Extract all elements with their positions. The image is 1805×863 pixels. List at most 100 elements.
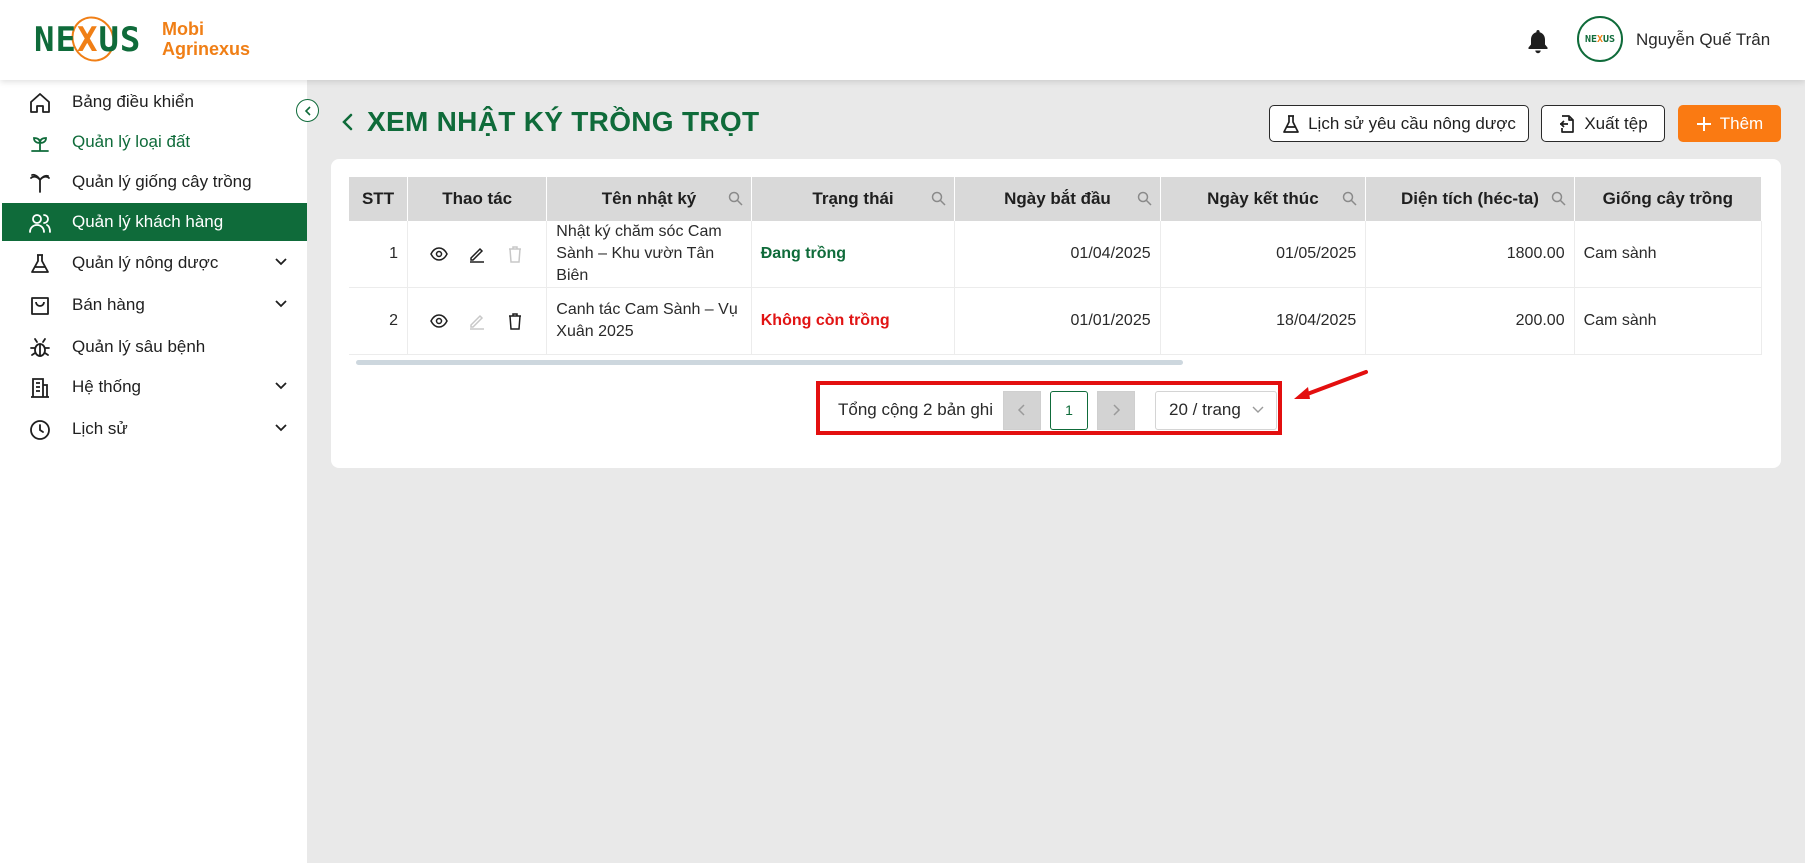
cell-area: 1800.00 — [1365, 221, 1575, 288]
cell-stt: 2 — [349, 287, 409, 355]
column-header-status[interactable]: Trạng thái — [751, 177, 956, 221]
cell-end-date: 18/04/2025 — [1160, 287, 1367, 355]
page-number-button[interactable]: 1 — [1050, 390, 1089, 430]
bug-icon — [30, 338, 50, 357]
palm-tree-icon — [30, 173, 50, 193]
column-header-name[interactable]: Tên nhật ký — [546, 177, 752, 221]
users-icon — [29, 214, 51, 233]
top-header: NEXUS Mobi Agrinexus NEXUS Nguyễn Quế Tr… — [0, 0, 1805, 80]
sprout-icon — [31, 137, 49, 152]
page-size-select[interactable]: 20 / trang — [1155, 390, 1278, 430]
status-badge: Không còn trồng — [760, 312, 890, 329]
column-header-label: STT — [361, 189, 395, 208]
chevron-down-icon — [275, 382, 287, 390]
edit-icon[interactable] — [467, 244, 487, 264]
table-header-row: STT Thao tác Tên nhật ký Trạng thái Ngày… — [349, 177, 1762, 221]
prev-page-button[interactable] — [1003, 390, 1042, 430]
column-header-label: Tên nhật ký — [601, 189, 697, 208]
chevron-down-icon — [275, 424, 287, 432]
cell-name: Nhật ký chăm sóc Cam Sành – Khu vườn Tân… — [546, 221, 752, 288]
logo-text-line2: Agrinexus — [162, 39, 251, 59]
cell-actions — [407, 287, 548, 355]
pagination: Tổng cộng 2 bản ghi 1 20 / trang — [838, 390, 1278, 430]
cell-name: Canh tác Cam Sành – Vụ Xuân 2025 — [546, 287, 752, 355]
cell-stt: 1 — [349, 221, 409, 288]
sidebar-item-customers[interactable]: Quản lý khách hàng — [2, 203, 307, 241]
chevron-right-icon — [1113, 404, 1121, 416]
back-chevron-icon[interactable] — [339, 113, 357, 131]
column-header-start-date[interactable]: Ngày bắt đầu — [954, 177, 1161, 221]
sidebar-item-label: Quản lý khách hàng — [72, 212, 224, 231]
user-name[interactable]: Nguyễn Quế Trân — [1636, 30, 1770, 50]
export-file-button[interactable]: Xuất tệp — [1541, 105, 1665, 142]
search-icon[interactable] — [728, 191, 743, 206]
agrochemical-request-history-button[interactable]: Lịch sử yêu cầu nông dược — [1269, 105, 1529, 142]
page-title: XEM NHẬT KÝ TRỒNG TRỌT — [367, 106, 760, 137]
sidebar-item-pests[interactable]: Quản lý sâu bệnh — [0, 328, 307, 366]
column-header-stt: STT — [349, 177, 409, 221]
column-header-end-date[interactable]: Ngày kết thúc — [1160, 177, 1367, 221]
sidebar-item-label: Bảng điều khiển — [72, 92, 194, 111]
search-icon[interactable] — [1342, 191, 1357, 206]
app-logo[interactable]: NEXUS Mobi Agrinexus — [34, 8, 251, 70]
cell-variety: Cam sành — [1574, 221, 1762, 288]
sidebar-item-label: Lịch sử — [72, 419, 128, 438]
sidebar-item-dashboard[interactable]: Bảng điều khiển — [0, 83, 307, 121]
sidebar-item-soil-types[interactable]: Quản lý loại đất — [0, 123, 307, 161]
red-arrow-annotation — [1294, 370, 1368, 399]
cell-variety: Cam sành — [1574, 287, 1762, 355]
column-header-area[interactable]: Diện tích (héc-ta) — [1365, 177, 1575, 221]
table-row: 2 Canh tác Cam Sành – Vụ Xuân 2025 Không… — [349, 287, 1762, 355]
cell-status: Đang trồng — [751, 221, 956, 288]
view-icon[interactable] — [429, 244, 449, 264]
column-header-label: Giống cây trồng — [1602, 189, 1733, 208]
column-header-label: Ngày kết thúc — [1207, 189, 1319, 208]
sidebar-item-agrochemicals[interactable]: Quản lý nông dược — [0, 244, 307, 282]
file-export-icon — [1560, 114, 1575, 133]
column-header-label: Ngày bắt đầu — [1004, 189, 1111, 208]
sidebar-item-history[interactable]: Lịch sử — [0, 410, 307, 448]
logo-word: NEXUS — [34, 20, 142, 60]
cell-start-date: 01/04/2025 — [954, 221, 1161, 288]
column-header-label: Thao tác — [442, 189, 513, 208]
avatar[interactable]: NEXUS — [1577, 16, 1623, 62]
button-label: Thêm — [1719, 113, 1764, 133]
delete-icon[interactable] — [505, 311, 525, 331]
flask-icon — [31, 254, 49, 273]
search-icon[interactable] — [1137, 191, 1152, 206]
sidebar-item-label: Quản lý loại đất — [72, 132, 191, 151]
sidebar-item-system[interactable]: Hệ thống — [0, 368, 307, 406]
avatar-logo: NEXUS — [1584, 33, 1616, 45]
collapse-sidebar-button[interactable] — [296, 99, 319, 122]
page-header: XEM NHẬT KÝ TRỒNG TRỌT — [339, 106, 759, 138]
sidebar-item-crop-varieties[interactable]: Quản lý giống cây trồng — [0, 163, 307, 201]
logo-text-line1: Mobi — [162, 19, 204, 39]
add-button[interactable]: Thêm — [1678, 105, 1781, 142]
search-icon[interactable] — [931, 191, 946, 206]
table-row: 1 Nhật ký chăm sóc Cam Sành – Khu vườn T… — [349, 221, 1762, 288]
cell-end-date: 01/05/2025 — [1160, 221, 1367, 288]
page-size-value: 20 / trang — [1169, 400, 1241, 419]
cell-actions — [407, 221, 548, 288]
column-header-variety[interactable]: Giống cây trồng — [1574, 177, 1762, 221]
status-badge: Đang trồng — [760, 245, 847, 262]
bell-icon[interactable] — [1526, 28, 1550, 54]
sidebar-item-label: Quản lý sâu bệnh — [72, 337, 206, 356]
clock-icon — [30, 420, 50, 440]
sidebar-item-label: Hệ thống — [72, 377, 141, 396]
edit-icon — [467, 311, 487, 331]
next-page-button[interactable] — [1097, 390, 1136, 430]
chevron-down-icon — [275, 300, 287, 308]
building-icon — [31, 378, 49, 398]
button-label: Lịch sử yêu cầu nông dược — [1308, 113, 1516, 133]
sidebar: Bảng điều khiển Quản lý loại đất Quản lý… — [0, 80, 307, 863]
delete-icon — [505, 244, 525, 264]
sidebar-item-sales[interactable]: Bán hàng — [0, 286, 307, 324]
search-icon[interactable] — [1551, 191, 1566, 206]
home-icon — [30, 93, 50, 113]
horizontal-scrollbar[interactable] — [356, 360, 1183, 365]
logo-mark: NEXUS — [34, 8, 150, 70]
chevron-down-icon — [1252, 406, 1264, 413]
column-header-label: Diện tích (héc-ta) — [1400, 189, 1539, 208]
view-icon[interactable] — [429, 311, 449, 331]
